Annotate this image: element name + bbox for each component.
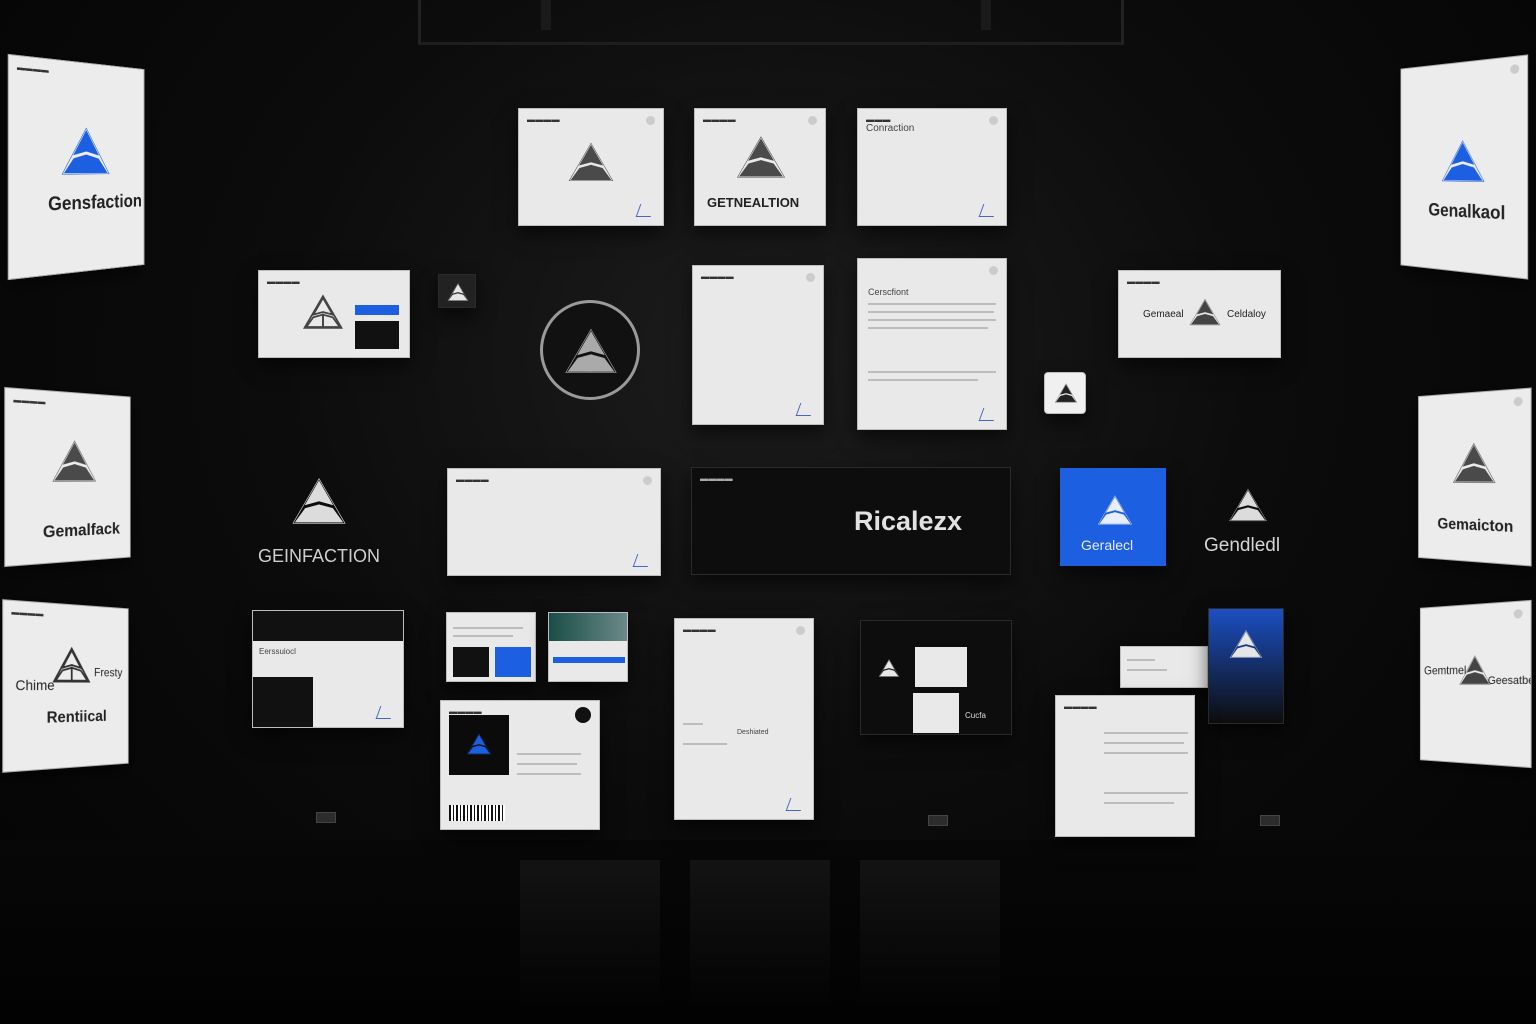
brand-mark-icon — [1097, 495, 1133, 525]
row3-dark-banner: ▬▬▬▬ Ricalezx — [691, 467, 1011, 575]
row4-mailer: ▬▬▬▬ — [440, 700, 600, 830]
signature-mark — [375, 706, 396, 719]
brand-mark-icon — [1229, 488, 1267, 522]
blue-bar — [355, 305, 399, 315]
brand-mark-icon — [1054, 383, 1078, 403]
signature-mark — [632, 554, 653, 567]
row4-dark-card-label: Cucfa — [965, 711, 986, 720]
row2-card-right-label-b: Celdaloy — [1227, 309, 1266, 320]
row1-box-3-label: Conraction — [866, 123, 915, 134]
ceiling-beam — [981, 0, 991, 30]
brand-mark-icon — [292, 478, 346, 524]
signature-mark — [795, 403, 816, 416]
dark-block — [355, 321, 399, 349]
left-panel-bottom-label-b: Fresty — [94, 665, 123, 680]
signature-mark — [785, 798, 806, 811]
right-panel-middle-label: Gemaicton — [1437, 515, 1514, 537]
row4-report: ▬▬▬▬ — [1055, 695, 1195, 837]
brand-mark-icon — [52, 646, 91, 683]
right-panel-top-label: Genalkaol — [1428, 199, 1506, 224]
row1-box-2-label: GETNEALTION — [707, 195, 800, 210]
brand-mark-icon — [1441, 139, 1485, 182]
row1-box-1: ▬▬▬▬ — [518, 108, 664, 226]
wall-plaque — [928, 815, 948, 826]
row2-card-right-label-a: Gemaeal — [1143, 309, 1184, 320]
brand-mark-icon — [52, 439, 96, 482]
circular-emblem — [540, 300, 640, 400]
brand-mark-icon — [737, 136, 785, 178]
row1-box-3: ▬▬▬ Conraction — [857, 108, 1007, 226]
ceiling-frame — [418, 0, 1124, 45]
row2-letter-blank: ▬▬▬▬ — [692, 265, 824, 425]
brand-mark-icon — [568, 143, 614, 181]
brand-mark-icon — [878, 659, 900, 677]
floor-reflection — [860, 860, 1000, 1010]
brand-mark-icon — [467, 733, 491, 755]
right-panel-top: Genalkaol — [1400, 54, 1529, 280]
row1-box-2: ▬▬▬▬ GETNEALTION — [694, 108, 826, 226]
left-panel-middle-label: Gemalfack — [42, 519, 120, 542]
left-panel-top: ▬▬▬▬ Gensfaction — [7, 53, 145, 281]
left-panel-bottom: ▬▬▬▬ Chime Fresty Rentiical — [2, 599, 129, 773]
row4-doc-b-label: Deshiated — [737, 729, 769, 736]
row4-doc-b: ▬▬▬▬ Deshiated — [674, 618, 814, 820]
left-panel-bottom-label-c: Rentiical — [46, 708, 107, 727]
row4-business-card — [1120, 646, 1208, 688]
brand-mark-icon — [61, 126, 110, 175]
row4-dark-card: Cucfa — [860, 620, 1012, 735]
row2-letter-title: Cerscfiont — [868, 287, 909, 297]
brand-mark-icon — [447, 283, 469, 301]
row2-card-left: ▬▬▬▬ — [258, 270, 410, 358]
brand-mark-icon — [1229, 630, 1263, 658]
row3-logo-caption: GEINFACTION — [258, 546, 381, 566]
floor-reflection — [690, 860, 830, 1010]
row3-blue-tile-label: Geralecl — [1081, 537, 1134, 553]
row4-doc-a-label: Eerssuiocl — [259, 647, 296, 656]
row2-letter: Cerscfiont — [857, 258, 1007, 430]
wall-plaque — [316, 812, 336, 823]
left-panel-middle: ▬▬▬▬ Gemalfack — [4, 386, 131, 568]
right-panel-bottom-label-b: Geesatbel — [1487, 674, 1532, 688]
row3-right-caption: Gendledl — [1204, 535, 1281, 556]
brand-mark-icon — [303, 295, 343, 329]
row4-doc-a: Eerssuiocl — [252, 610, 404, 728]
barcode — [449, 805, 505, 821]
signature-mark — [635, 204, 656, 217]
floor-reflection — [520, 860, 660, 1010]
signature-mark — [978, 204, 999, 217]
row4-photo-cards — [548, 612, 628, 682]
right-panel-bottom-label-a: Gemtmel — [1424, 663, 1467, 678]
ceiling-beam — [541, 0, 551, 30]
row3-blue-tile: Geralecl — [1060, 468, 1166, 566]
exhibition-scene: ▬▬▬▬ Gensfaction ▬▬▬▬ Gemalfack ▬▬▬▬ Chi… — [0, 0, 1536, 1024]
brand-mark-icon — [1189, 298, 1221, 326]
row4-blue-poster — [1208, 608, 1284, 724]
wall-plaque — [1260, 815, 1280, 826]
right-panel-middle: Gemaicton — [1418, 387, 1532, 567]
small-logo-tile — [438, 274, 476, 308]
right-panel-bottom: Gemtmel Geesatbel — [1419, 599, 1532, 769]
left-panel-bottom-label-a: Chime — [15, 676, 55, 694]
signature-mark — [978, 408, 999, 421]
row4-card-set — [446, 612, 536, 682]
row3-dark-banner-label: Ricalezx — [854, 506, 963, 536]
left-panel-top-label: Gensfaction — [48, 191, 142, 216]
app-icon-tile — [1044, 372, 1086, 414]
brand-mark-icon — [1453, 442, 1496, 483]
row2-card-right: ▬▬▬▬ Gemaeal Celdaloy — [1118, 270, 1281, 358]
brand-mark-icon — [565, 329, 617, 373]
row3-envelope: ▬▬▬▬ — [447, 468, 661, 576]
